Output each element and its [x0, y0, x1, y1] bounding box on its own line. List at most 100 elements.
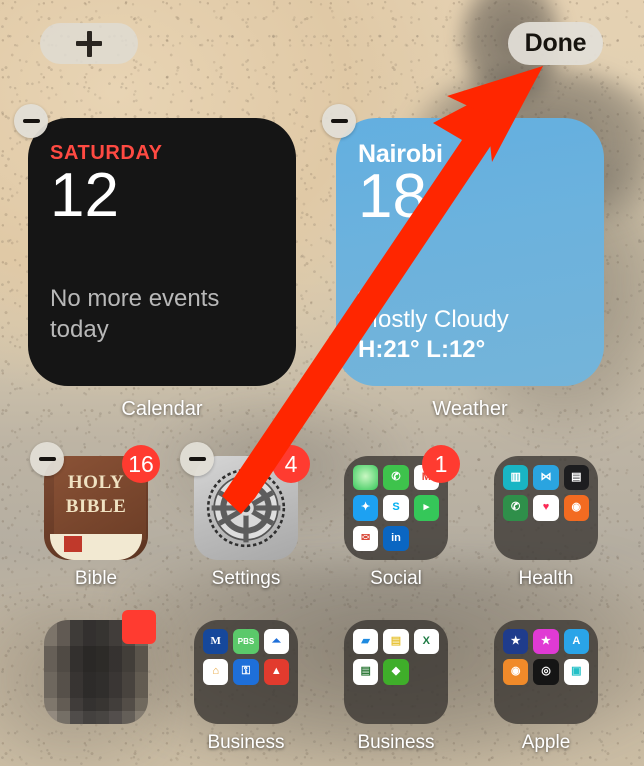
edit-mode-topbar: Done — [0, 0, 644, 86]
fitness-icon: ⋈ — [533, 465, 559, 491]
folder-slot-empty — [353, 690, 378, 715]
business-1-folder-wrap[interactable]: M PBS ⏶ ⌂ ⚿ ▲ — [194, 620, 298, 724]
business-2-folder-wrap[interactable]: ▰ ▤ X ▤ ◆ — [344, 620, 448, 724]
app-label-apple: Apple — [521, 732, 571, 753]
home-screen: Done SATURDAY 12 No more events today Ca… — [0, 0, 644, 766]
folder-slot-empty — [503, 690, 528, 715]
facetime-icon: ▸ — [413, 495, 439, 521]
plus-icon — [76, 30, 102, 57]
red-app-icon: ▲ — [263, 659, 289, 685]
watch-icon: ▤ — [563, 465, 589, 491]
add-widget-button[interactable] — [40, 23, 138, 64]
excel-icon: X — [413, 629, 439, 655]
hidden-app-wrap[interactable] — [44, 610, 156, 724]
lock-icon: ⚿ — [233, 659, 259, 685]
folder-health[interactable]: ▥ ⋈ ▤ ✆ ♥ ◉ Health — [494, 456, 598, 590]
badge-hidden-app — [122, 610, 156, 644]
social-folder-wrap[interactable]: 1 ✆ M ✦ S ▸ ✉ in — [344, 445, 460, 560]
tv-icon: ★ — [503, 629, 529, 655]
app-label-bible: Bible — [74, 568, 118, 589]
folder-icon-business-1[interactable]: M PBS ⏶ ⌂ ⚿ ▲ — [194, 620, 298, 724]
apple-folder-wrap[interactable]: ★ ★ A ◉ ◎ ▣ — [494, 620, 598, 724]
pbs-icon: PBS — [233, 629, 259, 655]
folder-icon-business-2[interactable]: ▰ ▤ X ▤ ◆ — [344, 620, 448, 724]
folder-slot-empty — [414, 526, 439, 551]
minus-icon — [38, 457, 56, 461]
done-button-label: Done — [524, 29, 587, 57]
remove-app-settings-button[interactable] — [180, 442, 214, 476]
folder-business-2[interactable]: ▰ ▤ X ▤ ◆ Business — [344, 620, 448, 754]
health-folder-wrap[interactable]: ▥ ⋈ ▤ ✆ ♥ ◉ — [494, 456, 598, 560]
folder-slot-empty — [533, 526, 558, 551]
docs-icon: ▤ — [353, 659, 379, 685]
folder-social[interactable]: 1 ✆ M ✦ S ▸ ✉ in Social — [344, 445, 460, 590]
widget-weather[interactable]: Nairobi 18 Mostly Cloudy H:21° L:12° Wea… — [322, 104, 604, 421]
folder-slot-empty — [203, 690, 228, 715]
facetime-apple-icon: ▣ — [563, 659, 589, 685]
folder-slot-empty — [264, 690, 289, 715]
widget-calendar[interactable]: SATURDAY 12 No more events today Calenda… — [14, 104, 296, 421]
folder-apple[interactable]: ★ ★ A ◉ ◎ ▣ Apple — [494, 620, 598, 754]
folder-icon-apple[interactable]: ★ ★ A ◉ ◎ ▣ — [494, 620, 598, 724]
folder-business-1[interactable]: M PBS ⏶ ⌂ ⚿ ▲ Business — [194, 620, 298, 754]
podcasts-icon: ◉ — [503, 659, 529, 685]
app-bible[interactable]: 16 HOLY BIBLE Bible — [30, 442, 160, 590]
folder-slot-empty — [414, 659, 439, 684]
folder-slot-empty — [564, 690, 589, 715]
health-heart-icon: ♥ — [533, 495, 559, 521]
app-settings[interactable]: 4 Settings — [180, 442, 310, 590]
app-store-icon: A — [563, 629, 589, 655]
remove-widget-weather-button[interactable] — [322, 104, 356, 138]
messages-icon — [353, 465, 379, 491]
widget-label-weather: Weather — [432, 398, 508, 420]
gear-icon-svg — [206, 468, 286, 548]
calendar-note: No more events today — [50, 285, 220, 343]
app-label-social: Social — [370, 568, 422, 589]
folder-slot-empty — [503, 526, 528, 551]
news-icon: ⏶ — [263, 629, 289, 655]
voice-memos-icon: ▥ — [503, 465, 529, 491]
remove-widget-calendar-button[interactable] — [14, 104, 48, 138]
notes-icon: ▤ — [383, 629, 409, 655]
watch-app-icon: ◎ — [533, 659, 559, 685]
app-label-business-1: Business — [207, 732, 285, 753]
calendar-widget-body[interactable]: SATURDAY 12 No more events today — [28, 118, 296, 386]
app-label-settings: Settings — [211, 568, 281, 589]
green-app-icon: ◆ — [383, 659, 409, 685]
folder-icon-health[interactable]: ▥ ⋈ ▤ ✆ ♥ ◉ — [494, 456, 598, 560]
folder-slot-empty — [564, 526, 589, 551]
amber-icon: ⌂ — [203, 659, 229, 685]
weather-widget-body[interactable]: Nairobi 18 Mostly Cloudy H:21° L:12° — [336, 118, 604, 386]
app-label-business-2: Business — [357, 732, 435, 753]
app-hidden[interactable] — [44, 610, 156, 732]
widget-label-calendar: Calendar — [121, 398, 203, 420]
badge-settings: 4 — [272, 445, 310, 483]
linkedin-icon: in — [383, 525, 409, 551]
cloud-icon — [358, 284, 384, 300]
files-icon: ▰ — [353, 629, 379, 655]
calendar-day: 12 — [50, 161, 119, 230]
badge-bible: 16 — [122, 445, 160, 483]
bible-icon-wrap[interactable]: 16 HOLY BIBLE — [30, 442, 160, 560]
twitter-icon: ✦ — [353, 495, 379, 521]
weather-spacer — [358, 228, 582, 284]
skype-icon: S — [383, 495, 409, 521]
weather-high-low: H:21° L:12° — [358, 336, 486, 363]
phone-icon: ✆ — [503, 495, 529, 521]
minus-icon — [22, 119, 40, 123]
medium-icon: M — [203, 629, 229, 655]
app-label-health: Health — [518, 568, 574, 589]
folder-slot-empty — [233, 690, 258, 715]
settings-icon-wrap[interactable]: 4 — [180, 442, 310, 560]
remove-app-bible-button[interactable] — [30, 442, 64, 476]
itunes-store-icon: ★ — [533, 629, 559, 655]
done-button[interactable]: Done — [508, 22, 603, 65]
folder-slot-empty — [383, 690, 408, 715]
mail-icon: ✉ — [353, 525, 379, 551]
activity-icon: ◉ — [563, 495, 589, 521]
badge-social: 1 — [422, 445, 460, 483]
whatsapp-icon: ✆ — [383, 465, 409, 491]
minus-icon — [330, 119, 348, 123]
folder-slot-empty — [414, 690, 439, 715]
weather-temperature: 18 — [358, 162, 427, 231]
